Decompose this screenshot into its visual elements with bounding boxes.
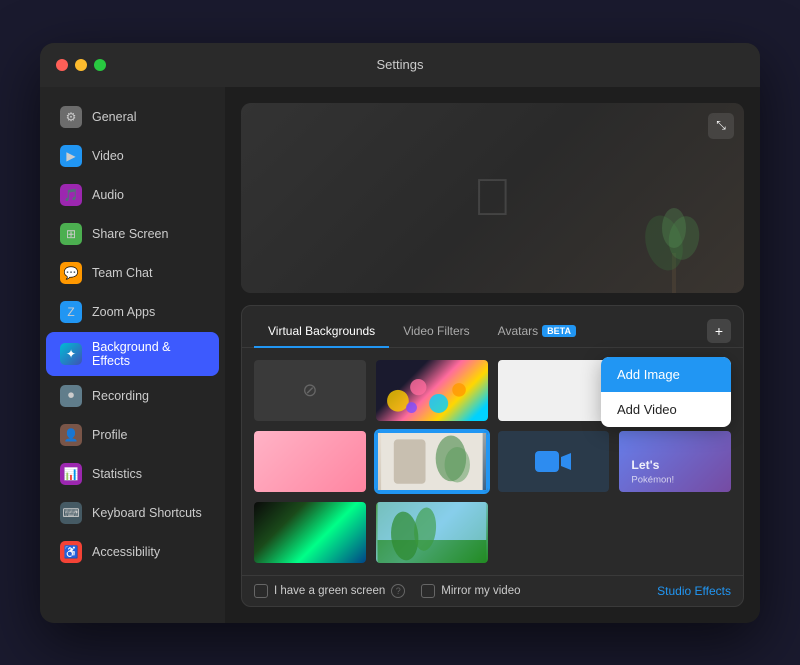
bg-white-preview bbox=[498, 360, 610, 421]
sidebar-item-audio[interactable]: 🎵 Audio bbox=[46, 176, 219, 214]
sidebar-icon-general: ⚙ bbox=[60, 106, 82, 128]
sidebar-label-team-chat: Team Chat bbox=[92, 266, 152, 280]
minimize-button[interactable] bbox=[75, 59, 87, 71]
sidebar-label-general: General bbox=[92, 110, 136, 124]
backgrounds-panel: Virtual Backgrounds Video Filters Avatar… bbox=[241, 305, 744, 607]
sidebar-item-video[interactable]: ▶ Video bbox=[46, 137, 219, 175]
sidebar-item-general[interactable]: ⚙ General bbox=[46, 98, 219, 136]
main-content: ⚙ General ▶ Video 🎵 Audio ⊞ Share Screen… bbox=[40, 87, 760, 623]
bg-aurora-preview bbox=[254, 502, 366, 563]
add-image-option[interactable]: Add Image bbox=[601, 357, 731, 392]
sidebar-icon-accessibility: ♿ bbox=[60, 541, 82, 563]
bg-thumb-beach[interactable] bbox=[374, 500, 490, 565]
sidebar-item-background[interactable]: ✦ Background & Effects bbox=[46, 332, 219, 376]
title-bar: Settings bbox=[40, 43, 760, 87]
sidebar-icon-audio: 🎵 bbox=[60, 184, 82, 206]
bg-none-preview: ⊘ bbox=[254, 360, 366, 421]
add-dropdown-menu: Add Image Add Video bbox=[601, 357, 731, 427]
sidebar: ⚙ General ▶ Video 🎵 Audio ⊞ Share Screen… bbox=[40, 87, 225, 623]
sidebar-label-background: Background & Effects bbox=[92, 340, 205, 368]
bg-colorful-preview bbox=[376, 360, 488, 421]
bg-thumb-white[interactable] bbox=[496, 358, 612, 423]
bg-thumb-lets[interactable]: Let's Pokémon! bbox=[617, 429, 733, 494]
green-screen-checkbox[interactable] bbox=[254, 584, 268, 598]
bg-lets-preview: Let's Pokémon! bbox=[619, 431, 731, 492]
bg-zoom-preview bbox=[498, 431, 610, 492]
app-window: Settings ⚙ General ▶ Video 🎵 Audio ⊞ Sha… bbox=[40, 43, 760, 623]
green-screen-label: I have a green screen bbox=[274, 585, 385, 597]
sidebar-label-accessibility: Accessibility bbox=[92, 545, 160, 559]
sidebar-label-statistics: Statistics bbox=[92, 467, 142, 481]
sidebar-label-keyboard: Keyboard Shortcuts bbox=[92, 506, 202, 520]
sidebar-icon-team-chat: 💬 bbox=[60, 262, 82, 284]
sidebar-item-zoom-apps[interactable]: Z Zoom Apps bbox=[46, 293, 219, 331]
green-screen-checkbox-item[interactable]: I have a green screen ? bbox=[254, 584, 405, 598]
sidebar-item-keyboard[interactable]: ⌨ Keyboard Shortcuts bbox=[46, 494, 219, 532]
plant-decoration bbox=[644, 193, 704, 293]
sidebar-item-recording[interactable]: ⏺ Recording bbox=[46, 377, 219, 415]
bg-thumb-zoom[interactable] bbox=[496, 429, 612, 494]
studio-effects-button[interactable]: Studio Effects bbox=[657, 584, 731, 598]
bg-thumb-room[interactable] bbox=[374, 429, 490, 494]
bg-thumb-pink[interactable] bbox=[252, 429, 368, 494]
bg-beach-preview bbox=[376, 502, 488, 563]
sidebar-icon-zoom-apps: Z bbox=[60, 301, 82, 323]
sidebar-icon-profile: 👤 bbox=[60, 424, 82, 446]
sidebar-label-zoom-apps: Zoom Apps bbox=[92, 305, 155, 319]
close-button[interactable] bbox=[56, 59, 68, 71]
bg-thumb-aurora[interactable] bbox=[252, 500, 368, 565]
sidebar-item-statistics[interactable]: 📊 Statistics bbox=[46, 455, 219, 493]
mirror-video-checkbox[interactable] bbox=[421, 584, 435, 598]
add-background-button[interactable]: + Add Image Add Video bbox=[707, 319, 731, 343]
sidebar-icon-keyboard: ⌨ bbox=[60, 502, 82, 524]
zoom-logo-watermark:  bbox=[473, 168, 512, 228]
sidebar-item-accessibility[interactable]: ♿ Accessibility bbox=[46, 533, 219, 571]
sidebar-label-audio: Audio bbox=[92, 188, 124, 202]
sidebar-label-profile: Profile bbox=[92, 428, 127, 442]
bottom-bar: I have a green screen ? Mirror my video … bbox=[242, 575, 743, 606]
bg-thumb-colorful[interactable] bbox=[374, 358, 490, 423]
sidebar-icon-recording: ⏺ bbox=[60, 385, 82, 407]
sidebar-icon-background: ✦ bbox=[60, 343, 82, 365]
video-preview-inner:  bbox=[241, 103, 744, 293]
svg-text:Let's: Let's bbox=[632, 458, 660, 472]
video-preview:  ⤡ bbox=[241, 103, 744, 293]
sidebar-item-team-chat[interactable]: 💬 Team Chat bbox=[46, 254, 219, 292]
sidebar-label-recording: Recording bbox=[92, 389, 149, 403]
tab-avatars[interactable]: Avatars BETA bbox=[484, 316, 590, 348]
traffic-lights bbox=[56, 59, 106, 71]
window-title: Settings bbox=[377, 57, 424, 72]
sidebar-icon-video: ▶ bbox=[60, 145, 82, 167]
sidebar-label-share-screen: Share Screen bbox=[92, 227, 168, 241]
right-panel:  ⤡ Virtual Backgrounds Video Filters Av… bbox=[225, 87, 760, 623]
sidebar-label-video: Video bbox=[92, 149, 124, 163]
maximize-button[interactable] bbox=[94, 59, 106, 71]
bg-room-preview bbox=[376, 431, 488, 492]
mirror-video-label: Mirror my video bbox=[441, 585, 520, 597]
sidebar-item-share-screen[interactable]: ⊞ Share Screen bbox=[46, 215, 219, 253]
sidebar-icon-statistics: 📊 bbox=[60, 463, 82, 485]
bg-pink-preview bbox=[254, 431, 366, 492]
green-screen-help-icon[interactable]: ? bbox=[391, 584, 405, 598]
tab-video-filters[interactable]: Video Filters bbox=[389, 316, 483, 348]
tab-virtual-backgrounds[interactable]: Virtual Backgrounds bbox=[254, 316, 389, 348]
video-expand-button[interactable]: ⤡ bbox=[708, 113, 734, 139]
svg-text:Pokémon!: Pokémon! bbox=[632, 474, 675, 485]
add-video-option[interactable]: Add Video bbox=[601, 392, 731, 427]
bg-thumb-none[interactable]: ⊘ bbox=[252, 358, 368, 423]
beta-badge: BETA bbox=[542, 325, 576, 337]
sidebar-icon-share-screen: ⊞ bbox=[60, 223, 82, 245]
tabs-bar: Virtual Backgrounds Video Filters Avatar… bbox=[242, 306, 743, 348]
mirror-video-checkbox-item[interactable]: Mirror my video bbox=[421, 584, 520, 598]
sidebar-item-profile[interactable]: 👤 Profile bbox=[46, 416, 219, 454]
